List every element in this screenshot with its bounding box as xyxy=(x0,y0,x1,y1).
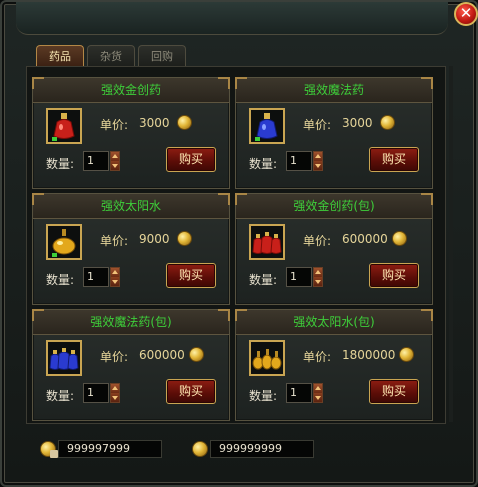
quantity-label: 数量: xyxy=(249,157,278,171)
close-button[interactable]: ✕ xyxy=(454,2,478,26)
quantity-stepper[interactable] xyxy=(110,383,120,403)
title-bar[interactable] xyxy=(16,2,448,35)
item-name: 强效太阳水 xyxy=(100,199,161,213)
price-label: 单价: xyxy=(303,234,332,248)
tab-medicine[interactable]: 药品 xyxy=(36,45,84,67)
item-card: 强效魔法药(包) 单价: 600000 数量: 1 购买 xyxy=(32,309,230,421)
coin-icon xyxy=(189,347,204,362)
item-card: 强效太阳水 单价: 9000 数量: 1 购买 xyxy=(32,193,230,305)
buy-button[interactable]: 购买 xyxy=(369,263,419,288)
bound-gold-amount: 999997999 xyxy=(58,440,162,458)
buy-button[interactable]: 购买 xyxy=(166,147,216,172)
price-label: 单价: xyxy=(100,234,129,248)
gold-potion-icon[interactable] xyxy=(46,224,82,260)
shop-window: ✕ 药品 杂货 回购 强效金创药 单价: 3000 数量: 1 购买 强效魔法药… xyxy=(0,0,478,487)
gold-potion-pack-icon[interactable] xyxy=(249,340,285,376)
buy-button[interactable]: 购买 xyxy=(369,379,419,404)
price-value: 3000 xyxy=(342,116,373,130)
scrollbar[interactable] xyxy=(449,66,453,422)
quantity-label: 数量: xyxy=(249,273,278,287)
price-label: 单价: xyxy=(303,118,332,132)
price-value: 3000 xyxy=(139,116,170,130)
coin-icon xyxy=(380,115,395,130)
blue-potion-icon[interactable] xyxy=(249,108,285,144)
buy-button[interactable]: 购买 xyxy=(369,147,419,172)
tab-buyback[interactable]: 回购 xyxy=(138,45,186,67)
quantity-input[interactable]: 1 xyxy=(286,383,312,403)
blue-potion-pack-icon[interactable] xyxy=(46,340,82,376)
price-label: 单价: xyxy=(303,350,332,364)
buy-button[interactable]: 购买 xyxy=(166,379,216,404)
item-name: 强效魔法药(包) xyxy=(90,315,172,329)
price-value: 9000 xyxy=(139,232,170,246)
item-card: 强效金创药(包) 单价: 600000 数量: 1 购买 xyxy=(235,193,433,305)
quantity-stepper[interactable] xyxy=(110,151,120,171)
gold-coin-icon xyxy=(192,441,208,457)
item-card: 强效魔法药 单价: 3000 数量: 1 购买 xyxy=(235,77,433,189)
quantity-stepper[interactable] xyxy=(313,383,323,403)
quantity-label: 数量: xyxy=(46,389,75,403)
coin-icon xyxy=(177,115,192,130)
coin-icon xyxy=(177,231,192,246)
price-label: 单价: xyxy=(100,350,129,364)
price-value: 600000 xyxy=(342,232,388,246)
quantity-input[interactable]: 1 xyxy=(286,267,312,287)
item-card: 强效太阳水(包) 单价: 1800000 数量: 1 购买 xyxy=(235,309,433,421)
red-potion-pack-icon[interactable] xyxy=(249,224,285,260)
quantity-input[interactable]: 1 xyxy=(286,151,312,171)
quantity-label: 数量: xyxy=(46,273,75,287)
item-name: 强效魔法药 xyxy=(303,83,364,97)
item-name: 强效金创药(包) xyxy=(293,199,375,213)
tab-misc[interactable]: 杂货 xyxy=(87,45,135,67)
quantity-stepper[interactable] xyxy=(313,267,323,287)
item-name: 强效金创药 xyxy=(100,83,161,97)
price-value: 1800000 xyxy=(342,348,396,362)
quantity-input[interactable]: 1 xyxy=(83,267,109,287)
coin-icon xyxy=(399,347,414,362)
quantity-input[interactable]: 1 xyxy=(83,383,109,403)
coin-icon xyxy=(392,231,407,246)
lock-icon xyxy=(50,450,58,458)
price-label: 单价: xyxy=(100,118,129,132)
close-icon: ✕ xyxy=(459,4,473,22)
item-card: 强效金创药 单价: 3000 数量: 1 购买 xyxy=(32,77,230,189)
quantity-stepper[interactable] xyxy=(110,267,120,287)
price-value: 600000 xyxy=(139,348,185,362)
quantity-label: 数量: xyxy=(46,157,75,171)
quantity-input[interactable]: 1 xyxy=(83,151,109,171)
red-potion-icon[interactable] xyxy=(46,108,82,144)
gold-amount: 999999999 xyxy=(210,440,314,458)
quantity-label: 数量: xyxy=(249,389,278,403)
quantity-stepper[interactable] xyxy=(313,151,323,171)
item-name: 强效太阳水(包) xyxy=(293,315,375,329)
buy-button[interactable]: 购买 xyxy=(166,263,216,288)
